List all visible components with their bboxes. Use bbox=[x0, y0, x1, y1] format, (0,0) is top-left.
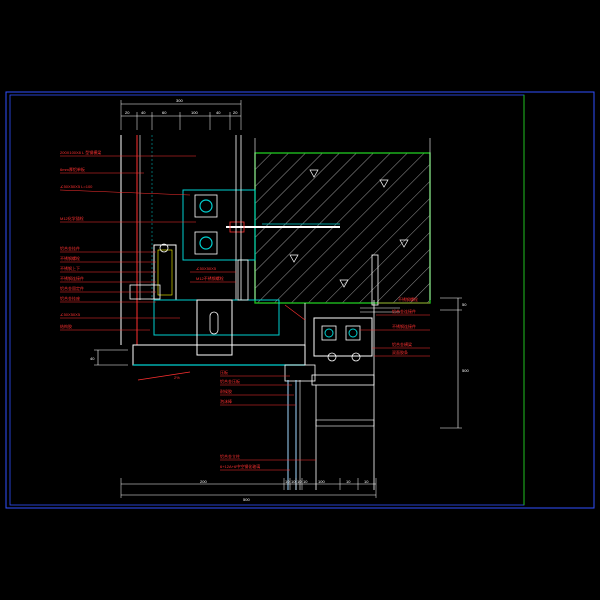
label-left-12: 结构胶 bbox=[60, 323, 72, 329]
label-left-4: M12化学锚栓 bbox=[60, 215, 84, 221]
dim-bottom-6: 100 bbox=[318, 479, 325, 484]
dim-top-6: 20 bbox=[233, 110, 238, 115]
label-mid-2: M12不锈钢螺栓 bbox=[196, 275, 224, 281]
label-right-3: 不锈钢连接件 bbox=[392, 323, 416, 329]
anchor-bolt-icon bbox=[324, 328, 334, 338]
label-left-1: 200X100X8 L 型钢横梁 bbox=[60, 149, 101, 155]
dim-bottom-8: 10 bbox=[364, 479, 369, 484]
dim-bottom-1: 200 bbox=[200, 479, 207, 484]
cad-section-drawing: 300 20 40 60 100 40 20 200 10 10 10 10 1… bbox=[5, 91, 595, 509]
labels-mid: ∠50X50X5 M12不锈钢螺栓 bbox=[190, 266, 236, 283]
aluminum-panel bbox=[120, 135, 242, 345]
label-right-1: 不锈钢螺栓 bbox=[398, 296, 418, 302]
dim-right-small: 50 bbox=[462, 302, 467, 307]
label-right-4: 铝合金横梁 bbox=[392, 341, 412, 347]
label-left-5: 铝合金挂件 bbox=[60, 245, 80, 251]
dim-top-4: 100 bbox=[191, 110, 198, 115]
dim-top-3: 60 bbox=[162, 110, 167, 115]
dim-top-5: 40 bbox=[216, 110, 221, 115]
dim-right-total: 500 bbox=[462, 368, 469, 373]
dimension-right: 50 500 bbox=[440, 297, 469, 429]
dim-top-total: 300 bbox=[176, 98, 183, 103]
dim-slope: 2% bbox=[174, 375, 180, 380]
dim-bottom-2: 10 bbox=[285, 479, 290, 484]
dim-bottom-5: 10 bbox=[303, 479, 308, 484]
labels-bottom: 压板 铝合金压板 耐候胶 泡沫棒 铝合金立柱 6+12A+6中空钢化玻璃 bbox=[220, 369, 316, 471]
label-left-2: 6mm厚铝单板 bbox=[60, 166, 85, 172]
dim-top-1: 20 bbox=[125, 110, 130, 115]
labels-left: 200X100X8 L 型钢横梁 6mm厚铝单板 ∠50X50X5 L=100 … bbox=[59, 149, 196, 331]
labels-right: 不锈钢螺栓 铝合金连接件 不锈钢连接件 铝合金横梁 双面胶条 bbox=[360, 296, 430, 357]
label-left-10: 铝合金挂座 bbox=[60, 295, 80, 301]
label-bottom-5: 铝合金立柱 bbox=[220, 453, 240, 459]
label-left-7: 不锈钢上下 bbox=[60, 265, 80, 271]
label-bottom-4: 泡沫棒 bbox=[220, 398, 232, 404]
label-bottom-6: 6+12A+6中空钢化玻璃 bbox=[220, 463, 260, 469]
label-bottom-1: 压板 bbox=[220, 369, 228, 375]
dim-top-2: 40 bbox=[141, 110, 146, 115]
anchor-bolt-icon bbox=[199, 199, 213, 213]
dim-bottom-3: 10 bbox=[291, 479, 296, 484]
label-right-2: 铝合金连接件 bbox=[392, 308, 416, 314]
label-bottom-3: 耐候胶 bbox=[220, 388, 232, 394]
dim-bottom-4: 10 bbox=[297, 479, 302, 484]
label-left-6: 不锈钢螺栓 bbox=[60, 255, 80, 261]
anchor-bolt-icon bbox=[199, 236, 213, 250]
label-right-5: 双面胶条 bbox=[392, 349, 408, 355]
label-left-11: ∠50X50X5 bbox=[60, 312, 81, 317]
label-left-3: ∠50X50X5 L=100 bbox=[60, 184, 93, 189]
dim-bottom-total: 500 bbox=[243, 497, 250, 502]
label-bottom-2: 铝合金压板 bbox=[220, 378, 240, 384]
label-left-9: 铝合金固定件 bbox=[60, 285, 84, 291]
anchor-bolt-icon bbox=[348, 328, 358, 338]
label-mid-1: ∠50X50X5 bbox=[196, 266, 217, 271]
dim-bottom-7: 10 bbox=[346, 479, 351, 484]
concrete-slab bbox=[254, 138, 431, 304]
dimension-bottom: 200 10 10 10 10 100 10 10 500 bbox=[120, 478, 377, 502]
dimension-top: 300 20 40 60 100 40 20 bbox=[120, 98, 242, 130]
dim-left: 40 bbox=[90, 356, 95, 361]
label-left-8: 不锈钢连接件 bbox=[60, 275, 84, 281]
